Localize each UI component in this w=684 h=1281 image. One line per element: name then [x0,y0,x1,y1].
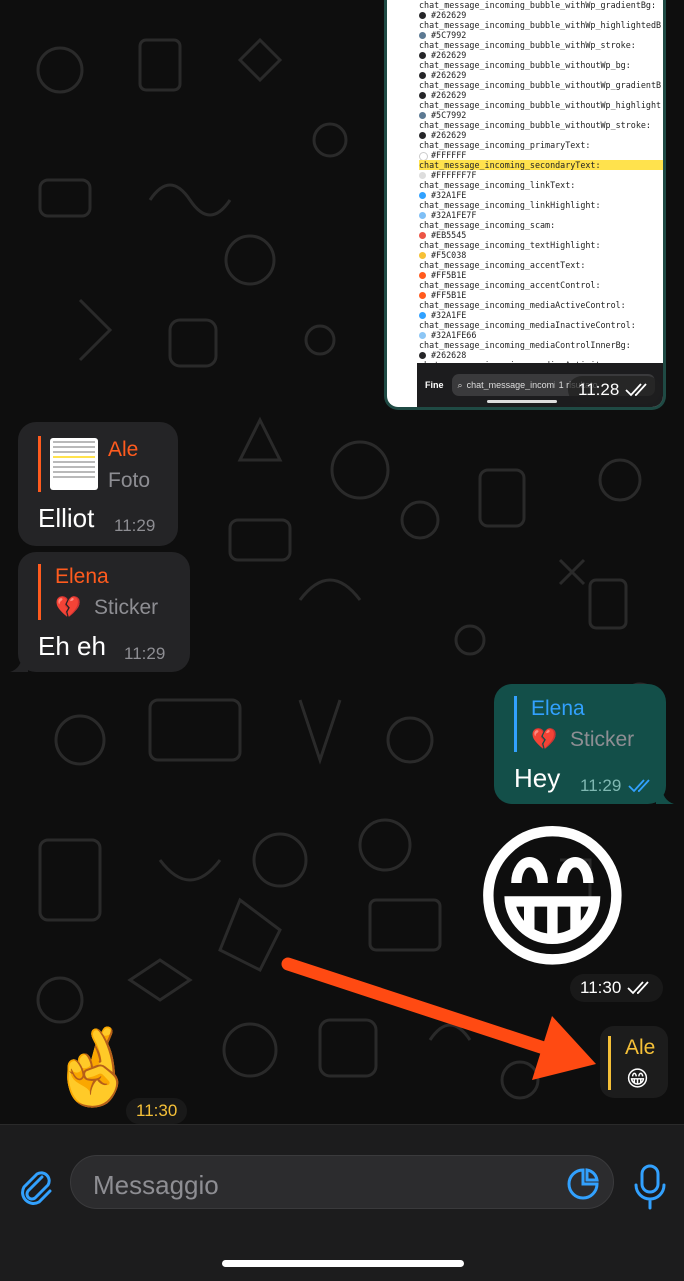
annotation-arrow [281,957,596,1080]
message-input[interactable]: Messaggio [70,1155,614,1209]
message-input-placeholder: Messaggio [93,1170,219,1200]
microphone-icon[interactable] [630,1163,670,1211]
composer-bar: Messaggio [0,1124,684,1281]
paperclip-icon[interactable] [16,1167,54,1205]
home-indicator [222,1260,464,1267]
sticker-icon[interactable] [565,1166,601,1202]
